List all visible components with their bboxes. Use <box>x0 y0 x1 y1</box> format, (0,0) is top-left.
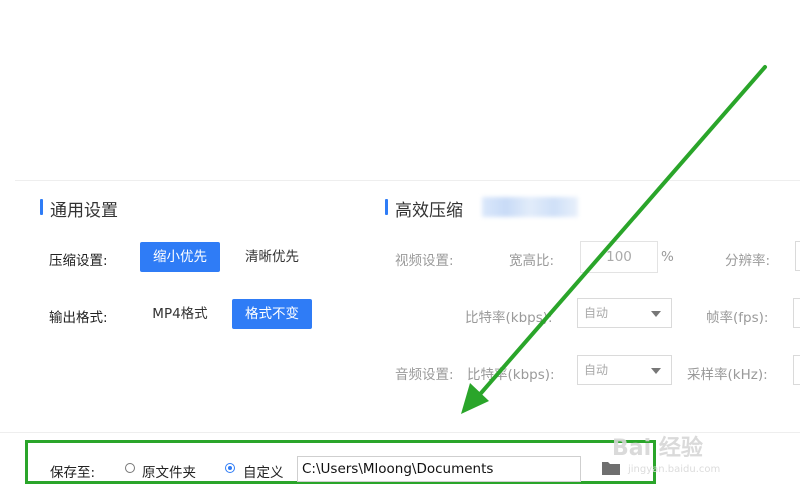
watermark-url: jingyan.baidu.com <box>628 464 721 475</box>
annotation-arrow <box>461 65 767 414</box>
watermark-brand: Bai 经验 <box>612 436 703 461</box>
